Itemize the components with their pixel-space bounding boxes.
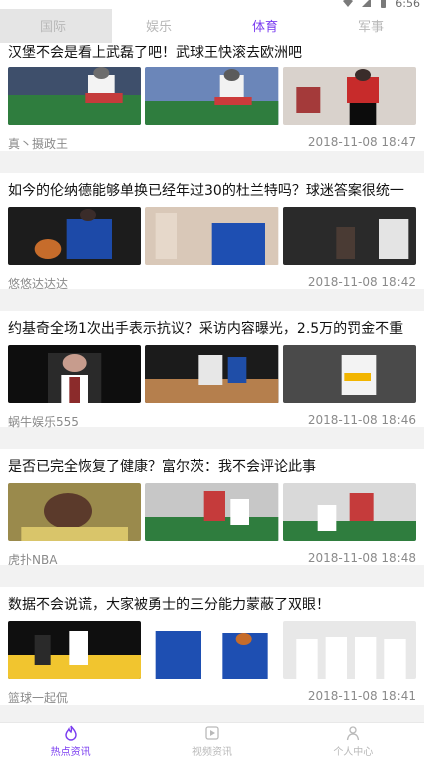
article-card[interactable]: 数据不会说谎，大家被勇士的三分能力蒙蔽了双眼！ 篮球一起侃 2018-11-08… [0, 587, 424, 705]
article-thumbnail[interactable] [8, 483, 142, 541]
tab-label: 军事 [357, 20, 384, 35]
article-images [8, 621, 416, 679]
person-icon [347, 726, 360, 741]
tab-label: 国际 [39, 20, 66, 35]
article-time: 2018-11-08 18:46 [307, 413, 416, 427]
wifi-icon [343, 0, 354, 7]
tab-military[interactable]: 军事 [318, 9, 424, 45]
article-source: 真丶摄政王 [8, 137, 69, 151]
article-thumbnail[interactable] [8, 207, 142, 265]
tab-sports[interactable]: 体育 [208, 9, 322, 47]
article-meta: 虎扑NBA 2018-11-08 18:48 [8, 551, 416, 568]
article-source: 篮球一起侃 [8, 691, 69, 705]
article-thumbnail[interactable] [145, 621, 279, 679]
tab-label: 娱乐 [145, 20, 172, 35]
article-images [8, 483, 416, 541]
article-thumbnail[interactable] [145, 207, 279, 265]
article-card[interactable]: 如今的伦纳德能够单换已经年过30的杜兰特吗？球迷答案很统一 悠悠达达达 2018… [0, 173, 424, 292]
article-title[interactable]: 汉堡不会是看上武磊了吧！武球王快滚去欧洲吧 [8, 45, 416, 61]
article-meta: 悠悠达达达 2018-11-08 18:42 [8, 275, 416, 292]
article-thumbnail[interactable] [8, 345, 142, 403]
nav-label: 视频资讯 [191, 747, 232, 758]
signal-icon [362, 0, 372, 7]
article-images [8, 67, 416, 125]
nav-label: 个人中心 [333, 747, 374, 758]
video-icon [205, 726, 219, 740]
article-title[interactable]: 是否已完全恢复了健康？富尔茨：我不会评论此事 [8, 459, 416, 475]
article-meta: 真丶摄政王 2018-11-08 18:47 [8, 135, 416, 152]
nav-profile[interactable]: 个人中心 [283, 723, 424, 758]
nav-label: 热点资讯 [50, 747, 91, 758]
article-meta: 篮球一起侃 2018-11-08 18:41 [8, 689, 416, 706]
article-thumbnail[interactable] [145, 345, 279, 403]
article-card[interactable]: 约基奇全场1次出手表示抗议？采访内容曝光，2.5万的罚金不重 蜗牛娱乐555 2… [0, 311, 424, 430]
article-images [8, 345, 416, 403]
article-thumbnail[interactable] [282, 207, 416, 265]
article-source: 蜗牛娱乐555 [8, 415, 79, 429]
nav-hot-news[interactable]: 热点资讯 [0, 723, 141, 758]
article-time: 2018-11-08 18:47 [307, 135, 416, 149]
article-time: 2018-11-08 18:41 [307, 689, 416, 703]
article-card[interactable]: 汉堡不会是看上武磊了吧！武球王快滚去欧洲吧 真丶摄政王 2018-11-08 1… [0, 45, 424, 151]
tab-international[interactable]: 国际 [0, 9, 106, 45]
tab-entertainment[interactable]: 娱乐 [106, 9, 212, 45]
article-time: 2018-11-08 18:42 [307, 275, 416, 289]
article-title[interactable]: 约基奇全场1次出手表示抗议？采访内容曝光，2.5万的罚金不重 [8, 321, 416, 337]
flame-icon [64, 725, 77, 741]
category-tabs: 国际 娱乐 体育 军事 [0, 9, 424, 47]
article-thumbnail[interactable] [282, 621, 416, 679]
article-source: 虎扑NBA [8, 553, 58, 567]
article-thumbnail[interactable] [8, 67, 142, 125]
article-time: 2018-11-08 18:48 [307, 551, 416, 565]
article-thumbnail[interactable] [282, 67, 416, 125]
bottom-navigation: 热点资讯 视频资讯 个人中心 [0, 722, 424, 758]
battery-icon [381, 0, 387, 8]
article-thumbnail[interactable] [282, 345, 416, 403]
nav-video-news[interactable]: 视频资讯 [141, 723, 282, 758]
status-bar: 6:56 [0, 0, 424, 10]
article-title[interactable]: 如今的伦纳德能够单换已经年过30的杜兰特吗？球迷答案很统一 [8, 183, 416, 199]
article-thumbnail[interactable] [145, 483, 279, 541]
article-thumbnail[interactable] [145, 67, 279, 125]
article-source: 悠悠达达达 [8, 277, 69, 291]
article-card[interactable]: 是否已完全恢复了健康？富尔茨：我不会评论此事 虎扑NBA 2018-11-08 … [0, 449, 424, 568]
tab-label: 体育 [251, 20, 278, 35]
article-meta: 蜗牛娱乐555 2018-11-08 18:46 [8, 413, 416, 430]
article-thumbnail[interactable] [8, 621, 142, 679]
article-thumbnail[interactable] [282, 483, 416, 541]
article-images [8, 207, 416, 265]
news-feed[interactable]: 汉堡不会是看上武磊了吧！武球王快滚去欧洲吧 真丶摄政王 2018-11-08 1… [0, 45, 424, 722]
article-title[interactable]: 数据不会说谎，大家被勇士的三分能力蒙蔽了双眼！ [8, 597, 416, 613]
